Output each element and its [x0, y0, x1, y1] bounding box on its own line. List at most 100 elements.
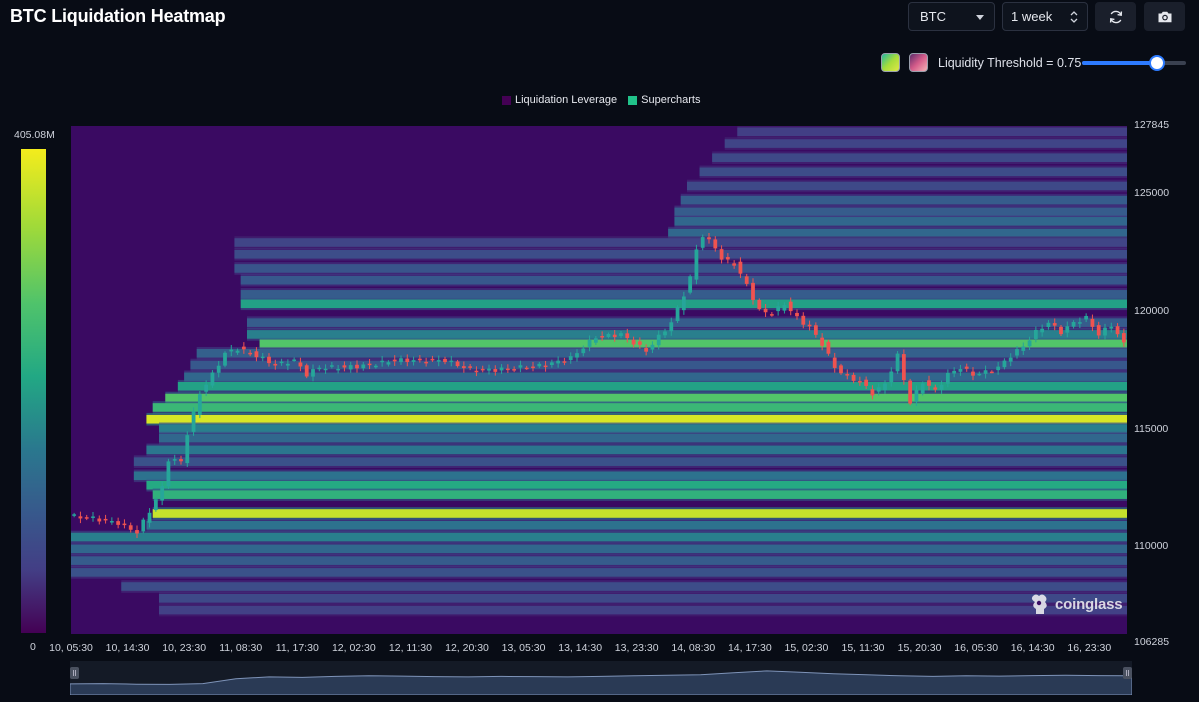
- candle-body[interactable]: [983, 370, 988, 374]
- candle-body[interactable]: [505, 368, 510, 371]
- candle-body[interactable]: [901, 354, 906, 381]
- heatmap-band[interactable]: [71, 532, 1127, 542]
- candle-body[interactable]: [832, 357, 837, 368]
- candle-body[interactable]: [1103, 327, 1107, 336]
- candle-body[interactable]: [405, 358, 410, 363]
- coin-select[interactable]: BTC: [908, 2, 995, 31]
- candle-body[interactable]: [285, 363, 290, 366]
- candle-body[interactable]: [342, 365, 347, 368]
- candle-body[interactable]: [782, 305, 787, 311]
- heatmap-band[interactable]: [190, 360, 1127, 370]
- candle-body[interactable]: [663, 331, 667, 336]
- candle-body[interactable]: [348, 365, 353, 370]
- candle-body[interactable]: [399, 358, 403, 363]
- candle-body[interactable]: [392, 359, 397, 362]
- candle-body[interactable]: [587, 339, 592, 347]
- candle-body[interactable]: [1008, 357, 1013, 362]
- candle-body[interactable]: [223, 352, 227, 366]
- candle-body[interactable]: [870, 389, 875, 396]
- heatmap-band[interactable]: [234, 249, 1127, 259]
- candle-body[interactable]: [367, 363, 372, 366]
- candle-body[interactable]: [537, 363, 542, 367]
- candle-body[interactable]: [323, 368, 328, 371]
- candle-body[interactable]: [153, 499, 158, 511]
- candle-body[interactable]: [304, 365, 309, 377]
- candle-body[interactable]: [84, 517, 89, 519]
- candle-body[interactable]: [197, 394, 202, 415]
- candle-body[interactable]: [128, 525, 133, 530]
- candle-body[interactable]: [851, 374, 856, 381]
- candle-body[interactable]: [612, 334, 617, 338]
- candle-body[interactable]: [939, 384, 944, 390]
- candle-body[interactable]: [757, 299, 762, 310]
- candle-body[interactable]: [732, 263, 737, 266]
- heatmap-band[interactable]: [687, 181, 1127, 191]
- candle-body[interactable]: [172, 459, 177, 461]
- candle-body[interactable]: [116, 521, 121, 525]
- candle-body[interactable]: [216, 365, 221, 373]
- heatmap-band[interactable]: [71, 544, 1127, 554]
- candle-body[interactable]: [235, 350, 240, 353]
- candle-body[interactable]: [958, 368, 963, 372]
- heatmap-plot-area[interactable]: [71, 126, 1127, 634]
- candle-body[interactable]: [971, 371, 975, 376]
- candle-body[interactable]: [876, 387, 881, 392]
- candle-body[interactable]: [373, 365, 378, 368]
- heatmap-band[interactable]: [146, 520, 1127, 530]
- heatmap-band[interactable]: [159, 433, 1127, 443]
- candle-body[interactable]: [355, 364, 359, 369]
- heatmap-band[interactable]: [133, 457, 1127, 466]
- candle-body[interactable]: [575, 353, 579, 358]
- candle-body[interactable]: [248, 352, 253, 355]
- heatmap-band[interactable]: [680, 195, 1127, 205]
- candle-body[interactable]: [807, 324, 812, 327]
- candle-body[interactable]: [109, 521, 114, 523]
- candle-body[interactable]: [1084, 315, 1089, 320]
- candle-body[interactable]: [273, 363, 278, 366]
- candle-body[interactable]: [543, 365, 548, 368]
- heatmap-band[interactable]: [121, 582, 1127, 591]
- heatmap-band[interactable]: [146, 445, 1127, 455]
- candle-body[interactable]: [210, 372, 215, 386]
- candle-body[interactable]: [600, 336, 605, 338]
- candle-body[interactable]: [179, 459, 183, 462]
- color-scheme-green-swatch[interactable]: [881, 53, 900, 72]
- candle-body[interactable]: [549, 362, 554, 365]
- candle-body[interactable]: [769, 314, 774, 316]
- candle-body[interactable]: [135, 530, 139, 534]
- candle-body[interactable]: [593, 338, 598, 343]
- candle-body[interactable]: [744, 276, 749, 284]
- candle-body[interactable]: [719, 249, 724, 260]
- candle-body[interactable]: [1090, 318, 1095, 327]
- candle-body[interactable]: [801, 315, 806, 325]
- candle-body[interactable]: [474, 370, 479, 373]
- candle-body[interactable]: [889, 371, 894, 383]
- heatmap-band[interactable]: [159, 605, 1127, 615]
- candle-body[interactable]: [147, 512, 152, 523]
- liquidity-threshold-slider[interactable]: [1082, 55, 1186, 71]
- candle-body[interactable]: [380, 360, 385, 363]
- candle-body[interactable]: [1052, 323, 1057, 326]
- heatmap-band[interactable]: [159, 594, 1127, 603]
- heatmap-band[interactable]: [159, 424, 1127, 433]
- heatmap-band[interactable]: [724, 139, 1127, 148]
- candle-body[interactable]: [531, 366, 535, 369]
- heatmap-band[interactable]: [668, 228, 1127, 238]
- range-select[interactable]: 1 week: [1002, 2, 1088, 31]
- candle-body[interactable]: [499, 367, 504, 371]
- candle-body[interactable]: [1027, 340, 1032, 347]
- candle-body[interactable]: [568, 356, 573, 361]
- candle-body[interactable]: [298, 362, 303, 367]
- candle-body[interactable]: [254, 351, 259, 358]
- candle-body[interactable]: [292, 359, 297, 362]
- candle-body[interactable]: [103, 518, 108, 521]
- candle-body[interactable]: [964, 366, 969, 369]
- color-scheme-pink-swatch[interactable]: [909, 53, 928, 72]
- candle-body[interactable]: [933, 387, 938, 390]
- candle-body[interactable]: [1033, 329, 1038, 339]
- heatmap-band[interactable]: [133, 471, 1127, 481]
- candle-body[interactable]: [619, 333, 623, 336]
- heatmap-band[interactable]: [699, 167, 1127, 177]
- candle-body[interactable]: [78, 516, 83, 519]
- heatmap-band[interactable]: [165, 393, 1127, 403]
